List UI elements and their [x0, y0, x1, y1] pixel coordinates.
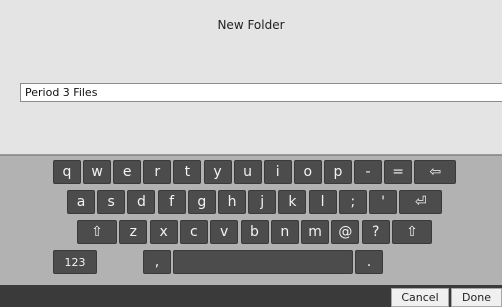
apostrophe-key[interactable]: ' [369, 190, 397, 214]
new-folder-dialog: New Folder [0, 0, 502, 155]
hyphen-key[interactable]: - [354, 160, 382, 184]
key-z[interactable]: z [119, 220, 148, 244]
at-key[interactable]: @ [331, 220, 360, 244]
key-f[interactable]: f [157, 190, 186, 214]
backspace-key[interactable]: ⇦ [414, 160, 457, 184]
key-n[interactable]: n [270, 220, 299, 244]
key-h[interactable]: h [218, 190, 246, 214]
key-v[interactable]: v [210, 220, 239, 244]
space-key[interactable] [173, 250, 353, 274]
comma-key[interactable]: , [143, 250, 171, 274]
key-i[interactable]: i [263, 160, 292, 184]
key-l[interactable]: l [308, 190, 337, 214]
period-key[interactable]: . [355, 250, 383, 274]
key-e[interactable]: e [113, 160, 142, 184]
key-q[interactable]: q [53, 160, 81, 184]
on-screen-keyboard: q w e r t y u i o p - = ⇦ a s d f g h j k l; ' ⏎ ⇧ z x c v b n m @? ⇧ 123,… [0, 155, 502, 285]
enter-key[interactable]: ⏎ [399, 190, 443, 214]
numbers-toggle-key[interactable]: 123 [53, 250, 97, 274]
key-t[interactable]: t [173, 160, 202, 184]
folder-name-input[interactable] [20, 83, 502, 102]
key-x[interactable]: x [149, 220, 178, 244]
key-r[interactable]: r [143, 160, 172, 184]
key-p[interactable]: p [323, 160, 352, 184]
question-key[interactable]: ? [361, 220, 390, 244]
key-j[interactable]: j [248, 190, 277, 214]
key-d[interactable]: d [127, 190, 156, 214]
done-button[interactable]: Done [451, 288, 502, 307]
semicolon-key[interactable]: ; [338, 190, 367, 214]
key-k[interactable]: k [278, 190, 307, 214]
equals-key[interactable]: = [384, 160, 413, 184]
key-y[interactable]: y [203, 160, 232, 184]
key-u[interactable]: u [233, 160, 262, 184]
key-o[interactable]: o [293, 160, 322, 184]
key-s[interactable]: s [97, 190, 126, 214]
key-a[interactable]: a [67, 190, 95, 214]
key-m[interactable]: m [301, 220, 330, 244]
shift-key[interactable]: ⇧ [392, 220, 432, 244]
key-b[interactable]: b [240, 220, 269, 244]
key-g[interactable]: g [187, 190, 216, 214]
cancel-button[interactable]: Cancel [391, 288, 449, 307]
key-w[interactable]: w [83, 160, 112, 184]
key-c[interactable]: c [179, 220, 208, 244]
shift-key[interactable]: ⇧ [77, 220, 117, 244]
dialog-title: New Folder [217, 18, 285, 32]
